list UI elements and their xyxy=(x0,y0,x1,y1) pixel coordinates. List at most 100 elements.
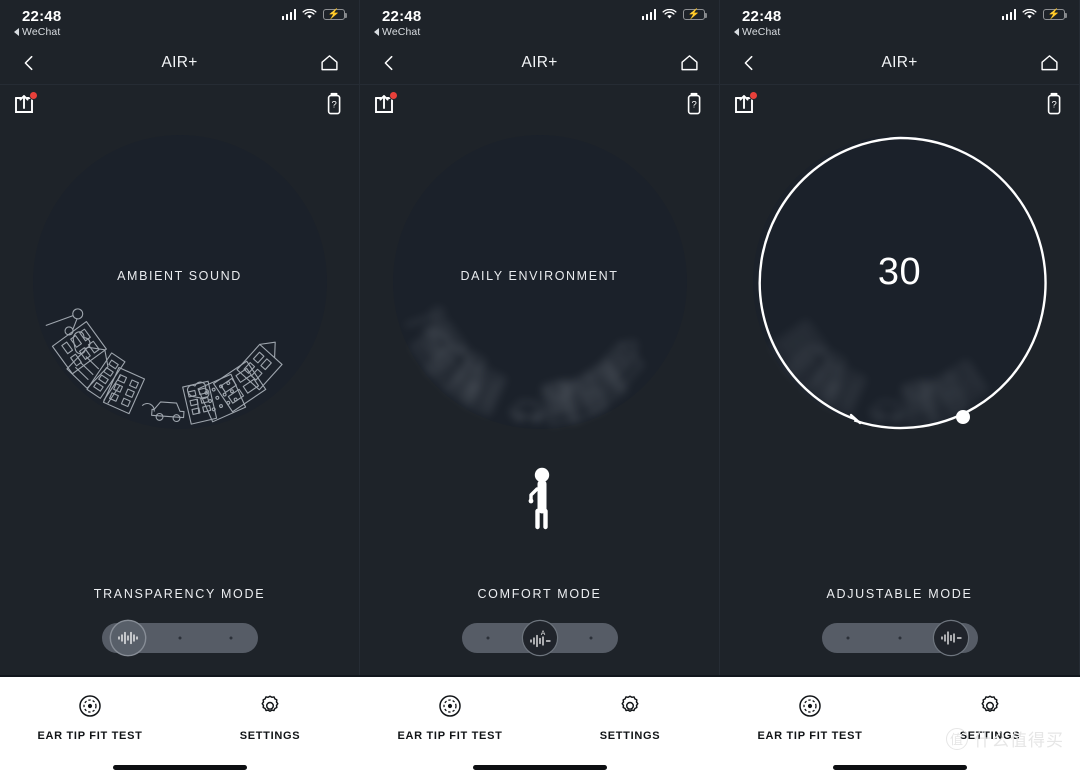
segment-tick-1 xyxy=(486,636,490,640)
waveform-icon xyxy=(118,631,138,645)
status-back-label: WeChat xyxy=(382,26,421,38)
status-back-label: WeChat xyxy=(742,26,781,38)
battery-charging-icon: ⚡ xyxy=(323,9,348,20)
slider-handle[interactable] xyxy=(955,410,970,424)
chevron-left-icon[interactable] xyxy=(20,54,38,72)
status-indicators: ⚡ xyxy=(641,9,708,20)
status-back-app[interactable]: WeChat xyxy=(14,26,60,38)
status-back-app[interactable]: WeChat xyxy=(374,26,420,38)
gear-icon xyxy=(981,695,999,712)
waveform-auto-icon: A xyxy=(529,630,551,648)
ear-tip-fit-test-icon xyxy=(799,695,821,717)
waveform-minus-icon xyxy=(941,631,962,645)
circle-label: DAILY ENVIRONMENT xyxy=(460,269,619,283)
panel-comfort: 22:48 WeChat ⚡ AIR+ ? DAILY ENVIRONMENT … xyxy=(360,0,720,779)
tab-label: EAR TIP FIT TEST xyxy=(397,730,503,742)
nav-bar: AIR+ xyxy=(720,42,1079,85)
gear-icon xyxy=(621,695,639,712)
home-indicator[interactable] xyxy=(113,765,247,770)
segment-tick-3 xyxy=(589,636,593,640)
battery-charging-icon: ⚡ xyxy=(1043,9,1068,20)
home-indicator[interactable] xyxy=(833,765,967,770)
toolbar: ? xyxy=(360,85,719,127)
battery-help-icon[interactable]: ? xyxy=(1047,92,1063,121)
person-standing-icon xyxy=(528,467,549,530)
tab-settings[interactable]: SETTINGS xyxy=(920,694,1060,742)
tab-settings[interactable]: SETTINGS xyxy=(560,694,700,742)
status-time: 22:48 xyxy=(382,8,422,25)
home-indicator[interactable] xyxy=(473,765,607,770)
chevron-left-icon[interactable] xyxy=(740,54,758,72)
back-triangle-icon xyxy=(14,28,19,36)
status-back-app[interactable]: WeChat xyxy=(734,26,780,38)
share-upload-icon[interactable] xyxy=(732,91,758,122)
toolbar: ? xyxy=(0,85,359,127)
status-indicators: ⚡ xyxy=(1001,9,1068,20)
notification-badge-dot xyxy=(389,91,398,100)
wifi-icon xyxy=(662,9,677,19)
mode-label: TRANSPARENCY MODE xyxy=(93,587,266,601)
mode-control: COMFORT MODE A xyxy=(360,579,719,655)
segment-tick-1 xyxy=(846,636,850,640)
share-upload-icon[interactable] xyxy=(12,91,38,122)
notification-badge-dot xyxy=(29,91,38,100)
ear-tip-fit-test-icon xyxy=(79,695,101,717)
battery-charging-icon: ⚡ xyxy=(683,9,708,20)
notification-badge-dot xyxy=(749,91,758,100)
share-upload-icon[interactable] xyxy=(372,91,398,122)
tab-label: EAR TIP FIT TEST xyxy=(757,730,863,742)
wifi-icon xyxy=(302,9,317,19)
svg-text:?: ? xyxy=(1051,100,1056,111)
status-bar: 22:48 WeChat ⚡ xyxy=(0,0,359,42)
home-icon[interactable] xyxy=(320,54,339,72)
ear-tip-fit-test-icon xyxy=(439,695,461,717)
ambient-visual-area: AMBIENT SOUND xyxy=(0,127,359,579)
dial-value: 30 xyxy=(877,251,922,293)
mode-label: ADJUSTABLE MODE xyxy=(826,587,973,601)
tab-label: SETTINGS xyxy=(599,730,661,742)
bottom-bar-panel: EAR TIP FIT TEST SETTINGS xyxy=(0,677,360,779)
tab-label: EAR TIP FIT TEST xyxy=(37,730,143,742)
segment-thumb[interactable] xyxy=(111,621,146,655)
segment-thumb[interactable] xyxy=(933,621,968,655)
status-bar: 22:48 WeChat ⚡ xyxy=(720,0,1079,42)
nav-bar: AIR+ xyxy=(0,42,359,85)
gear-icon xyxy=(261,695,279,712)
battery-help-icon[interactable]: ? xyxy=(327,92,343,121)
tab-ear-tip-fit-test[interactable]: EAR TIP FIT TEST xyxy=(380,694,520,742)
status-indicators: ⚡ xyxy=(281,9,348,20)
screenshot-stage: 22:48 WeChat ⚡ AIR+ ? AMBIENT SOUND TRAN… xyxy=(0,0,1080,779)
tab-label: SETTINGS xyxy=(239,730,301,742)
svg-text:A: A xyxy=(540,630,545,637)
battery-help-icon[interactable]: ? xyxy=(687,92,703,121)
cellular-signal-icon xyxy=(641,9,656,20)
wifi-icon xyxy=(1022,9,1037,19)
bottom-bar-panel: EAR TIP FIT TEST SETTINGS xyxy=(360,677,720,779)
bottom-bar-panel: EAR TIP FIT TEST SETTINGS 值 什么值得买 xyxy=(720,677,1080,779)
page-title: AIR+ xyxy=(161,54,198,71)
home-icon[interactable] xyxy=(680,54,699,72)
mode-segmented-slider[interactable]: A xyxy=(461,621,618,655)
segment-tick-2 xyxy=(178,636,181,640)
page-title: AIR+ xyxy=(881,54,918,71)
home-icon[interactable] xyxy=(1040,54,1059,72)
tab-label: SETTINGS xyxy=(959,730,1021,742)
tab-ear-tip-fit-test[interactable]: EAR TIP FIT TEST xyxy=(740,694,880,742)
chevron-left-icon[interactable] xyxy=(380,54,398,72)
bottom-tab-bar: EAR TIP FIT TEST SETTINGS EAR TIP FIT TE… xyxy=(0,675,1080,779)
back-triangle-icon xyxy=(734,28,739,36)
mode-segmented-slider[interactable] xyxy=(101,621,258,655)
tab-ear-tip-fit-test[interactable]: EAR TIP FIT TEST xyxy=(20,694,160,742)
ambient-visual-area: 30 xyxy=(720,127,1079,579)
segment-thumb[interactable]: A xyxy=(522,621,557,655)
tab-settings[interactable]: SETTINGS xyxy=(200,694,340,742)
status-bar: 22:48 WeChat ⚡ xyxy=(360,0,719,42)
mode-control: ADJUSTABLE MODE xyxy=(720,579,1079,655)
cellular-signal-icon xyxy=(281,9,296,20)
nav-bar: AIR+ xyxy=(360,42,719,85)
mode-segmented-slider[interactable] xyxy=(821,621,978,655)
status-time: 22:48 xyxy=(22,8,62,25)
page-title: AIR+ xyxy=(521,54,558,71)
status-back-label: WeChat xyxy=(22,26,61,38)
ambient-visual-area: DAILY ENVIRONMENT xyxy=(360,127,719,579)
